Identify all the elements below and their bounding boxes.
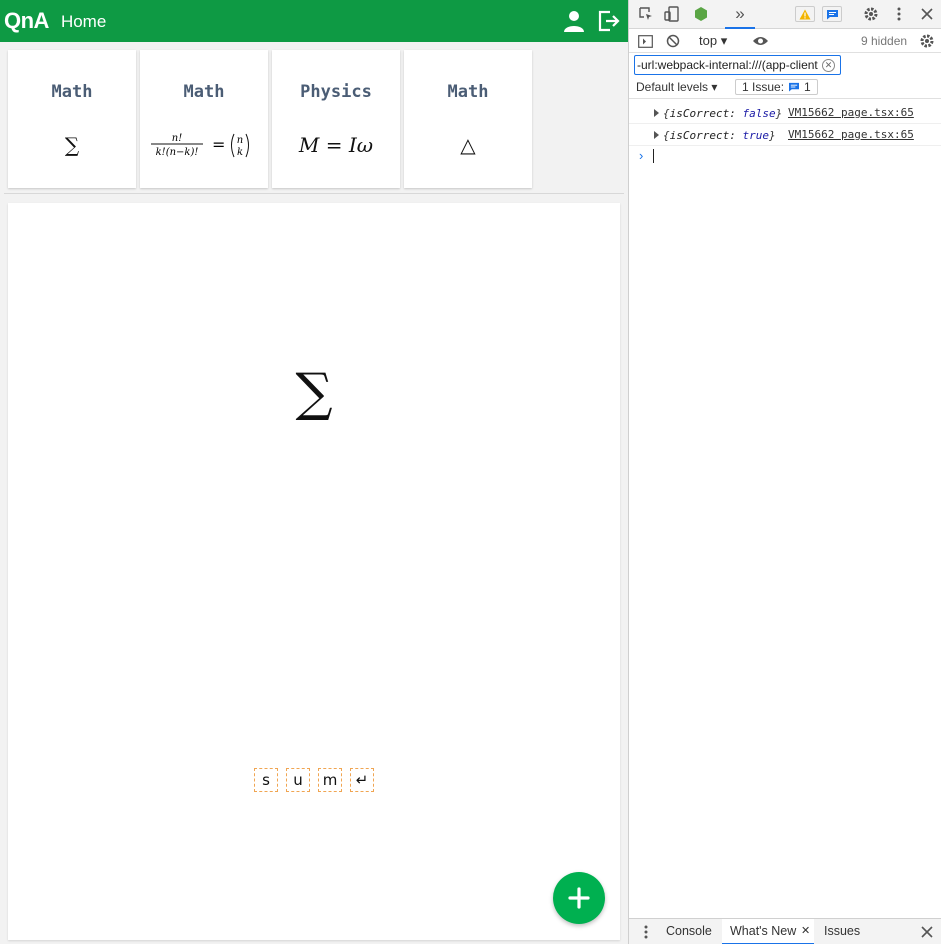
- question-card[interactable]: Math n! k!(n−k)! = n k: [140, 50, 268, 188]
- clear-filter-icon[interactable]: ✕: [822, 59, 835, 72]
- expand-arrow-icon[interactable]: [654, 109, 659, 117]
- devtools-toolbar: »: [629, 0, 941, 29]
- card-subject: Physics: [300, 82, 372, 102]
- log-message: {isCorrect: true}: [663, 129, 776, 142]
- issues-label: 1 Issue:: [742, 80, 785, 94]
- navbar-actions: [562, 9, 620, 33]
- log-levels-label: Default levels: [636, 80, 709, 94]
- card-subject: Math: [447, 82, 489, 102]
- issues-count: 1: [804, 80, 811, 94]
- device-toolbar-icon[interactable]: [663, 5, 681, 23]
- drawer-tab-whats-new[interactable]: What's New: [730, 924, 796, 938]
- svg-text:k!(n−k)!: k!(n−k)!: [156, 147, 199, 158]
- app-pane: QnA Home Math ∑ Math n! k!(n−k)! = n k P…: [0, 0, 628, 944]
- question-panel: ∑ s u m ↵: [8, 203, 620, 940]
- screen: QnA Home Math ∑ Math n! k!(n−k)! = n k P…: [0, 0, 941, 944]
- log-message: {isCorrect: false}: [663, 107, 783, 120]
- card-subject: Math: [183, 82, 225, 102]
- binomial-formula-graphic: n! k!(n−k)! = n k: [151, 133, 249, 158]
- question-cards: Math ∑ Math n! k!(n−k)! = n k Physics M …: [8, 50, 532, 188]
- question-card[interactable]: Math △: [404, 50, 532, 188]
- more-tabs-button[interactable]: »: [725, 0, 755, 29]
- levels-row: Default levels ▾ 1 Issue: 1: [629, 77, 941, 99]
- answer-keys: s u m ↵: [254, 768, 374, 792]
- drawer-menu-icon[interactable]: [637, 923, 655, 941]
- answer-key[interactable]: u: [286, 768, 310, 792]
- settings-icon[interactable]: [862, 5, 880, 23]
- console-filter-input[interactable]: [634, 55, 841, 75]
- answer-key[interactable]: s: [254, 768, 278, 792]
- expand-arrow-icon[interactable]: [654, 131, 659, 139]
- devtools-pane: » top ▾ 9 hidden -url:webpack-internal:/…: [628, 0, 941, 944]
- clear-console-icon[interactable]: [664, 32, 682, 50]
- filter-row: ✕: [629, 53, 941, 77]
- sidebar-toggle-icon[interactable]: [636, 32, 654, 50]
- brand-logo[interactable]: QnA: [4, 8, 49, 34]
- logout-icon[interactable]: [596, 9, 620, 33]
- card-formula: M = Iω: [298, 133, 374, 157]
- enter-key[interactable]: ↵: [350, 768, 374, 792]
- more-options-icon[interactable]: [890, 5, 908, 23]
- navbar: QnA Home: [0, 0, 628, 42]
- answer-key[interactable]: m: [318, 768, 342, 792]
- log-source-link[interactable]: VM15662 page.tsx:65: [788, 128, 914, 141]
- user-icon[interactable]: [562, 9, 586, 33]
- log-levels-dropdown[interactable]: Default levels ▾: [636, 80, 717, 94]
- drawer-tab-issues[interactable]: Issues: [824, 924, 860, 938]
- message-icon: [826, 9, 838, 19]
- extension-icon[interactable]: [692, 5, 710, 23]
- hidden-count: 9 hidden: [861, 34, 908, 48]
- log-source-link[interactable]: VM15662 page.tsx:65: [788, 106, 914, 119]
- svg-text:n!: n!: [172, 133, 182, 144]
- card-subject: Math: [51, 82, 93, 102]
- console-log-row[interactable]: {isCorrect: false} VM15662 page.tsx:65: [629, 102, 941, 124]
- warning-icon: [799, 9, 811, 19]
- message-icon: [789, 82, 800, 92]
- messages-badge[interactable]: [822, 6, 842, 22]
- console-input-caret[interactable]: [653, 149, 654, 163]
- context-label: top: [699, 33, 718, 48]
- card-formula: △: [460, 133, 476, 157]
- close-tab-icon[interactable]: ✕: [801, 924, 810, 937]
- devtools-drawer-tabs: Console What's New ✕ Issues: [629, 918, 941, 944]
- svg-text:=: =: [212, 135, 225, 154]
- console-toolbar: top ▾ 9 hidden: [629, 29, 941, 53]
- drawer-tab-console[interactable]: Console: [666, 924, 712, 938]
- console-log-row[interactable]: {isCorrect: true} VM15662 page.tsx:65: [629, 124, 941, 146]
- svg-text:n: n: [237, 135, 243, 146]
- close-drawer-icon[interactable]: [918, 923, 936, 941]
- close-devtools-icon[interactable]: [918, 5, 936, 23]
- question-symbol: ∑: [295, 363, 333, 423]
- inspect-icon[interactable]: [637, 5, 655, 23]
- eye-icon[interactable]: [751, 32, 769, 50]
- card-formula-binomial: n! k!(n−k)! = n k: [140, 130, 268, 160]
- home-link[interactable]: Home: [61, 12, 106, 32]
- issues-button[interactable]: 1 Issue: 1: [735, 79, 818, 95]
- question-card[interactable]: Physics M = Iω: [272, 50, 400, 188]
- warning-badge[interactable]: [795, 6, 815, 22]
- card-formula: ∑: [64, 133, 80, 157]
- divider: [4, 193, 624, 194]
- console-prompt-icon: ›: [639, 148, 644, 163]
- add-button[interactable]: [553, 872, 605, 924]
- console-settings-icon[interactable]: [918, 32, 936, 50]
- svg-text:k: k: [237, 147, 243, 158]
- plus-icon: [568, 887, 590, 909]
- question-card[interactable]: Math ∑: [8, 50, 136, 188]
- context-selector[interactable]: top ▾: [699, 33, 727, 49]
